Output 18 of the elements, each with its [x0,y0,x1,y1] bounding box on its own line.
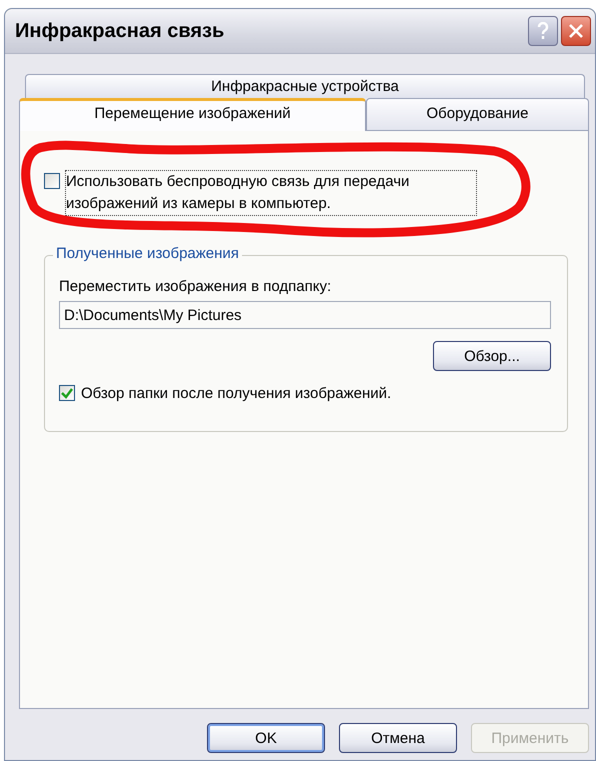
folder-input-field[interactable]: D:\Documents\My Pictures [59,301,551,329]
checkbox-label[interactable]: Обзор папки после получения изображений. [81,383,392,405]
tab[interactable]: Перемещение изображений [19,98,366,131]
group-title: Полученные изображения [53,245,242,262]
close-button[interactable] [561,16,591,46]
field-label: Переместить изображения в подпапку: [59,278,332,295]
help-button[interactable] [528,16,558,46]
checkbox[interactable] [59,385,75,401]
checkbox[interactable] [44,173,60,189]
dialog-button[interactable]: Отмена [339,723,457,753]
tab[interactable]: Инфракрасные устройства [25,74,585,98]
window-title: Инфракрасная связь [15,20,226,42]
browse-button[interactable]: Обзор... [433,341,551,371]
tab[interactable]: Оборудование [366,98,589,131]
close-icon [568,23,584,39]
question-mark-icon [537,22,549,40]
checkmark-icon [61,388,73,398]
dialog-button[interactable]: OK [207,723,325,753]
